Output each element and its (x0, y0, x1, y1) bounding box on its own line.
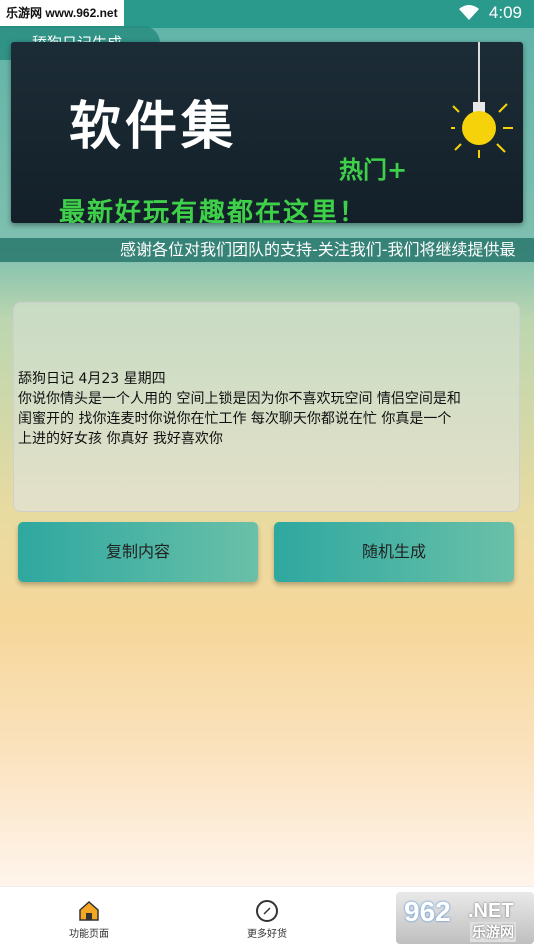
status-time: 4:09 (488, 3, 522, 22)
copy-button[interactable]: 复制内容 (18, 522, 258, 582)
home-icon (79, 900, 99, 921)
banner-subtitle: 最新好玩有趣都在这里！ (59, 198, 368, 223)
diary-line: 闺蜜开的 找你连麦时你说你在忙工作 每次聊天你都说在忙 你真是一个 (18, 411, 452, 427)
watermark-cn: 乐游网 (470, 922, 516, 942)
watermark-net: .NET (468, 900, 514, 922)
nav-label: 功能页面 (69, 929, 109, 940)
status-right: 4:09 (458, 3, 522, 23)
watermark-bottom: 962 .NET 乐游网 (396, 892, 534, 944)
announcement-marquee: 感谢各位对我们团队的支持-关注我们-我们将继续提供最 (0, 238, 534, 262)
banner-hot: 热门+ (339, 156, 408, 184)
watermark-top: 乐游网 www.962.net (0, 0, 124, 26)
nav-item-features[interactable]: 功能页面 (0, 887, 178, 949)
diary-line: 你说你情头是一个人用的 空间上锁是因为你不喜欢玩空间 情侣空间是和 (18, 391, 461, 407)
marquee-text: 感谢各位对我们团队的支持-关注我们-我们将继续提供最 (120, 240, 516, 259)
nav-item-more[interactable]: 更多好货 (178, 887, 356, 949)
banner[interactable]: 软件集 热门+ 最新好玩有趣都在这里！ (11, 42, 523, 223)
random-generate-button[interactable]: 随机生成 (274, 522, 514, 582)
nav-label: 更多好货 (247, 929, 287, 940)
banner-title: 软件集 (69, 97, 238, 157)
diary-textarea[interactable]: 舔狗日记 4月23 星期四 你说你情头是一个人用的 空间上锁是因为你不喜欢玩空间… (13, 302, 520, 512)
diary-line: 舔狗日记 4月23 星期四 (18, 371, 166, 387)
wifi-icon (458, 5, 479, 20)
watermark-logo: 962 (404, 896, 451, 927)
lightbulb-icon (451, 42, 513, 158)
diary-line: 上进的好女孩 你真好 我好喜欢你 (18, 431, 223, 447)
compass-icon (256, 900, 278, 922)
status-bar: 乐游网 www.962.net 4:09 (0, 0, 534, 28)
